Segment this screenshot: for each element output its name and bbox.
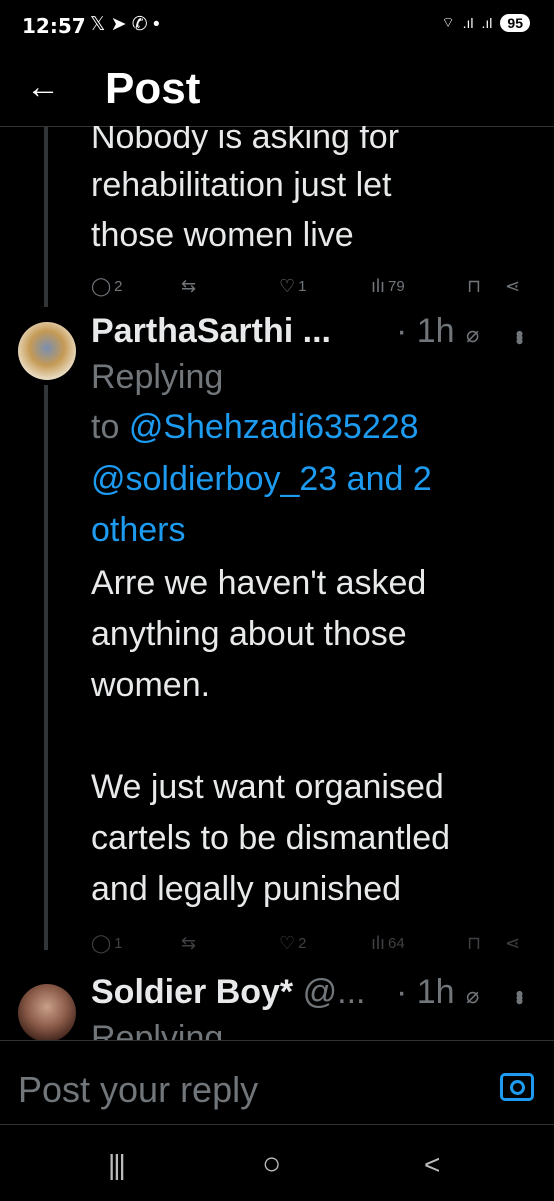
reply-action[interactable]: ◯ 1: [91, 933, 123, 954]
status-bar: 12:57 𝕏 ➤ ✆ • ⌔ .ıl .ıl 95: [0, 0, 554, 58]
signal-icon-2: .ıl: [481, 15, 493, 31]
more-options-icon[interactable]: •••: [506, 330, 532, 341]
battery-icon: 95: [500, 14, 530, 32]
share-icon: ⋖: [505, 932, 521, 953]
thread-line-2: [44, 385, 48, 950]
heart-icon: ♡: [279, 932, 296, 953]
back-arrow-icon[interactable]: ←: [26, 68, 60, 107]
tweet2-actions: ◯ 1 ⇆ ♡ 2 ılı 64 ⊓ ⋖: [91, 929, 531, 957]
reply-composer[interactable]: Post your reply: [0, 1040, 554, 1125]
tweet1-actions: ◯ 2 ⇆ ♡ 1 ılı 79 ⊓ ⋖: [91, 272, 531, 300]
status-time: 12:57: [22, 14, 86, 38]
tweet-time: · 1h: [396, 312, 455, 350]
replying-label: Replying: [91, 358, 224, 396]
views-action[interactable]: ılı 79: [371, 276, 405, 297]
x-icon: 𝕏: [90, 14, 106, 35]
repost-action[interactable]: ⇆: [181, 276, 196, 297]
mention-link-2[interactable]: @soldierboy_23 and 2: [91, 454, 541, 505]
share-action[interactable]: ⋖: [505, 276, 520, 297]
bookmark-icon: ⊓: [467, 275, 482, 296]
page-title: Post: [105, 64, 201, 113]
tweet2-text: Arre we haven't asked anything about tho…: [91, 564, 451, 908]
top-bar: ← Post: [0, 58, 554, 127]
back-button[interactable]: <: [424, 1149, 440, 1181]
mention-link-3[interactable]: others: [91, 505, 541, 556]
system-icons: ⌔ .ıl .ıl 95: [441, 14, 530, 32]
heart-icon: ♡: [279, 275, 296, 296]
home-button[interactable]: ○: [262, 1145, 281, 1182]
notification-icons: 𝕏 ➤ ✆ •: [90, 13, 160, 36]
views-icon: ılı: [371, 275, 386, 296]
author-name[interactable]: ParthaSarthi ...: [91, 312, 331, 351]
bookmark-icon: ⊓: [467, 932, 482, 953]
system-nav-bar: ||| ○ <: [0, 1124, 554, 1201]
camera-icon[interactable]: [500, 1073, 534, 1101]
bookmark-action[interactable]: ⊓: [467, 933, 481, 954]
signal-icon: .ıl: [462, 15, 474, 31]
reply-icon: ◯: [91, 932, 112, 953]
like-action[interactable]: ♡ 2: [279, 933, 306, 954]
tweet-time: · 1h: [396, 973, 455, 1011]
telegram-icon: ➤: [110, 14, 127, 35]
author-name[interactable]: Soldier Boy* @...: [91, 973, 365, 1012]
dot-icon: •: [153, 14, 160, 35]
grok-icon[interactable]: ⌀: [466, 983, 479, 1009]
grok-icon[interactable]: ⌀: [466, 322, 479, 348]
like-action[interactable]: ♡ 1: [279, 276, 306, 297]
repost-icon: ⇆: [181, 275, 197, 296]
avatar[interactable]: [18, 984, 76, 1042]
reply-icon: ◯: [91, 275, 112, 296]
share-icon: ⋖: [505, 275, 521, 296]
reply-action[interactable]: ◯ 2: [91, 276, 123, 297]
more-options-icon[interactable]: •••: [506, 990, 532, 1001]
repost-icon: ⇆: [181, 932, 197, 953]
whatsapp-icon: ✆: [131, 14, 148, 35]
bookmark-action[interactable]: ⊓: [467, 276, 481, 297]
wifi-icon: ⌔: [441, 14, 455, 30]
views-icon: ılı: [371, 932, 386, 953]
share-action[interactable]: ⋖: [505, 933, 520, 954]
reply-to: to @Shehzadi635228: [91, 408, 419, 446]
reply-input[interactable]: Post your reply: [18, 1069, 258, 1111]
views-action[interactable]: ılı 64: [371, 933, 405, 954]
recents-button[interactable]: |||: [108, 1149, 126, 1181]
mention-link[interactable]: @Shehzadi635228: [129, 408, 419, 446]
avatar[interactable]: [18, 322, 76, 380]
tweet1-text: rehabilitation just let those women live: [91, 166, 392, 254]
repost-action[interactable]: ⇆: [181, 933, 196, 954]
thread-line: [44, 127, 48, 307]
